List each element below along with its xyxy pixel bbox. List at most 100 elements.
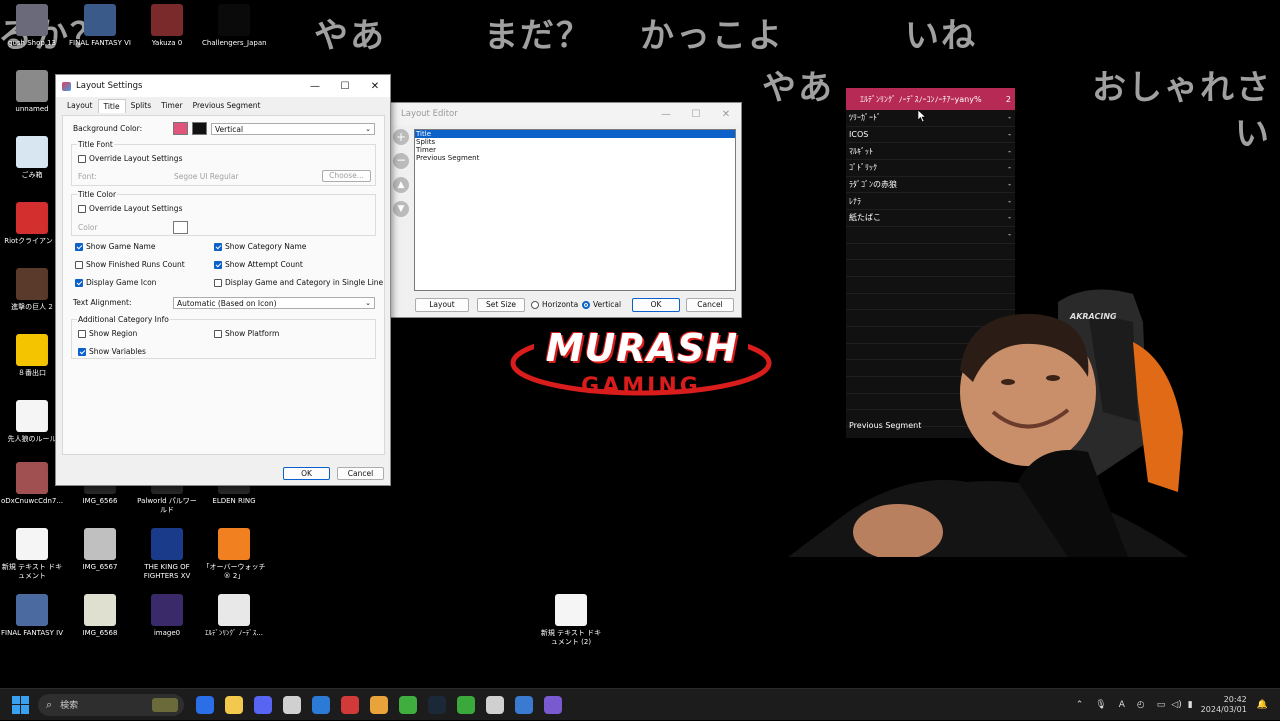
taskbar-app-icon[interactable]: [398, 695, 417, 714]
desktop-icon-label: Yakuza 0: [151, 39, 183, 47]
splits-title: ｴﾙﾃﾞﾝﾘﾝｸﾞ ﾉｰﾃﾞｽﾉｰｺﾝﾉｰﾁｱｰyany% 2: [846, 88, 1015, 110]
title-color-swatch[interactable]: [173, 221, 188, 234]
component-list-item[interactable]: Previous Segment: [415, 154, 735, 162]
battery-icon[interactable]: ▮: [1188, 700, 1193, 710]
desktop-icon[interactable]: Yakuza 0: [135, 4, 199, 48]
component-list-item[interactable]: Splits: [415, 138, 735, 146]
desktop-icon[interactable]: FINAL FANTASY IV: [0, 594, 64, 638]
windows-start-icon[interactable]: [12, 695, 30, 714]
tab-layout[interactable]: Layout: [62, 99, 98, 113]
component-list-item[interactable]: Timer: [415, 146, 735, 154]
close-icon[interactable]: ✕: [360, 81, 390, 92]
desktop-icon[interactable]: gush Shop 13: [0, 4, 64, 48]
component-list-item[interactable]: Title: [415, 130, 735, 138]
gradient-select[interactable]: Vertical ⌄: [211, 123, 375, 135]
system-tray: ⌃ 🎙 A ◴ ▭ ◁) ▮ 20:42 2024/03/01 🔔: [1076, 689, 1280, 721]
minimize-icon[interactable]: —: [651, 109, 681, 120]
tab-splits[interactable]: Splits: [126, 99, 157, 113]
clock[interactable]: 20:42 2024/03/01: [1201, 695, 1247, 715]
override-color-checkbox[interactable]: Override Layout Settings: [78, 204, 182, 213]
ok-button[interactable]: OK: [283, 467, 330, 480]
taskbar-app-icon[interactable]: [514, 695, 533, 714]
close-icon[interactable]: ✕: [711, 109, 741, 120]
split-time: -: [1008, 163, 1011, 173]
desktop-icon[interactable]: 新規 テキスト ドキュメント (2): [539, 594, 603, 647]
desktop-icon[interactable]: 新規 テキスト ドキュメント: [0, 528, 64, 581]
desktop-icon[interactable]: IMG_6568: [68, 594, 132, 638]
volume-icon[interactable]: ◁): [1171, 700, 1181, 710]
show-finished-runs-checkbox[interactable]: Show Finished Runs Count: [75, 260, 185, 269]
cancel-button[interactable]: Cancel: [686, 298, 734, 312]
network-icon[interactable]: ▭: [1157, 700, 1166, 710]
horizontal-label: Horizonta: [542, 300, 579, 309]
show-region-checkbox[interactable]: Show Region: [78, 329, 137, 338]
tab-previous-segment[interactable]: Previous Segment: [188, 99, 266, 113]
taskbar-app-icon[interactable]: [369, 695, 388, 714]
vertical-radio[interactable]: Vertical: [582, 300, 621, 309]
tab-timer[interactable]: Timer: [156, 99, 187, 113]
show-platform-checkbox[interactable]: Show Platform: [214, 329, 279, 338]
tab-title[interactable]: Title: [97, 99, 126, 113]
desktop-icon-image: [16, 594, 48, 626]
desktop-icon[interactable]: image0: [135, 594, 199, 638]
taskbar-app-icon[interactable]: [195, 695, 214, 714]
clock-time: 20:42: [1223, 695, 1247, 704]
taskbar-app-icon[interactable]: [427, 695, 446, 714]
chat-message: い: [1235, 114, 1271, 154]
ime-indicator[interactable]: A: [1119, 700, 1125, 710]
show-variables-checkbox[interactable]: Show Variables: [78, 347, 146, 356]
chat-message: おしゃれさ: [1092, 68, 1272, 108]
set-size-button[interactable]: Set Size: [477, 298, 525, 312]
chevron-up-icon[interactable]: ⌃: [1076, 700, 1084, 710]
cancel-button[interactable]: Cancel: [337, 467, 384, 480]
horizontal-radio[interactable]: Horizonta: [531, 300, 578, 309]
add-icon[interactable]: +: [393, 129, 409, 145]
desktop-icon[interactable]: THE KING OF FIGHTERS XV: [135, 528, 199, 581]
desktop-icon-image: [16, 400, 48, 432]
taskbar-app-icon[interactable]: [253, 695, 272, 714]
desktop-icon[interactable]: ｴﾙﾃﾞﾝﾘﾝｸﾞ ﾉｰﾃﾞｽ...: [202, 594, 266, 638]
split-time: -: [1008, 180, 1011, 190]
maximize-icon[interactable]: ☐: [330, 81, 360, 92]
search-box[interactable]: ⌕ 検索: [38, 693, 184, 716]
notification-bell-icon[interactable]: 🔔: [1257, 700, 1268, 710]
choose-font-button[interactable]: Choose...: [322, 170, 371, 182]
taskbar-app-icon[interactable]: [543, 695, 562, 714]
color-swatch-2[interactable]: [192, 122, 207, 135]
desktop-icon[interactable]: IMG_6567: [68, 528, 132, 572]
show-category-name-checkbox[interactable]: Show Category Name: [214, 242, 306, 251]
show-game-name-checkbox[interactable]: Show Game Name: [75, 242, 155, 251]
move-down-icon[interactable]: ▼: [393, 201, 409, 217]
desktop-icon-image: [151, 528, 183, 560]
display-game-icon-checkbox[interactable]: Display Game Icon: [75, 278, 156, 287]
remove-icon[interactable]: −: [393, 153, 409, 169]
checkbox-checked-icon: [214, 242, 222, 251]
split-row-empty: [846, 260, 1015, 277]
text-alignment-select[interactable]: Automatic (Based on Icon) ⌄: [173, 297, 375, 309]
search-placeholder: 検索: [60, 701, 79, 711]
ok-button[interactable]: OK: [632, 298, 680, 312]
split-name: ﾂﾘｰｶﾞｰﾄﾞ: [849, 113, 881, 123]
window-title: Layout Editor: [401, 109, 458, 119]
desktop-icon-image: [16, 70, 48, 102]
single-line-checkbox[interactable]: Display Game and Category in Single Line: [214, 278, 383, 287]
desktop-icon[interactable]: 「オーバーウォッチ® 2」: [202, 528, 266, 581]
desktop-icon[interactable]: FINAL FANTASY VI: [68, 4, 132, 48]
move-up-icon[interactable]: ▲: [393, 177, 409, 193]
taskbar-app-icon[interactable]: [340, 695, 359, 714]
maximize-icon[interactable]: ☐: [681, 109, 711, 120]
taskbar-app-icon[interactable]: [224, 695, 243, 714]
desktop-icon[interactable]: Challengers_Japan: [202, 4, 267, 48]
taskbar-app-icon[interactable]: [485, 695, 504, 714]
minimize-icon[interactable]: —: [300, 81, 330, 92]
override-font-checkbox[interactable]: Override Layout Settings: [78, 154, 182, 163]
component-list[interactable]: Title Splits Timer Previous Segment: [414, 129, 736, 291]
taskbar-app-icon[interactable]: [311, 695, 330, 714]
taskbar-app-icon[interactable]: [456, 695, 475, 714]
show-attempt-count-checkbox[interactable]: Show Attempt Count: [214, 260, 303, 269]
clock-app-icon[interactable]: ◴: [1137, 700, 1145, 710]
taskbar-app-icon[interactable]: [282, 695, 301, 714]
color-swatch-1[interactable]: [173, 122, 188, 135]
layout-button[interactable]: Layout: [415, 298, 469, 312]
microphone-icon[interactable]: 🎙: [1095, 700, 1106, 710]
